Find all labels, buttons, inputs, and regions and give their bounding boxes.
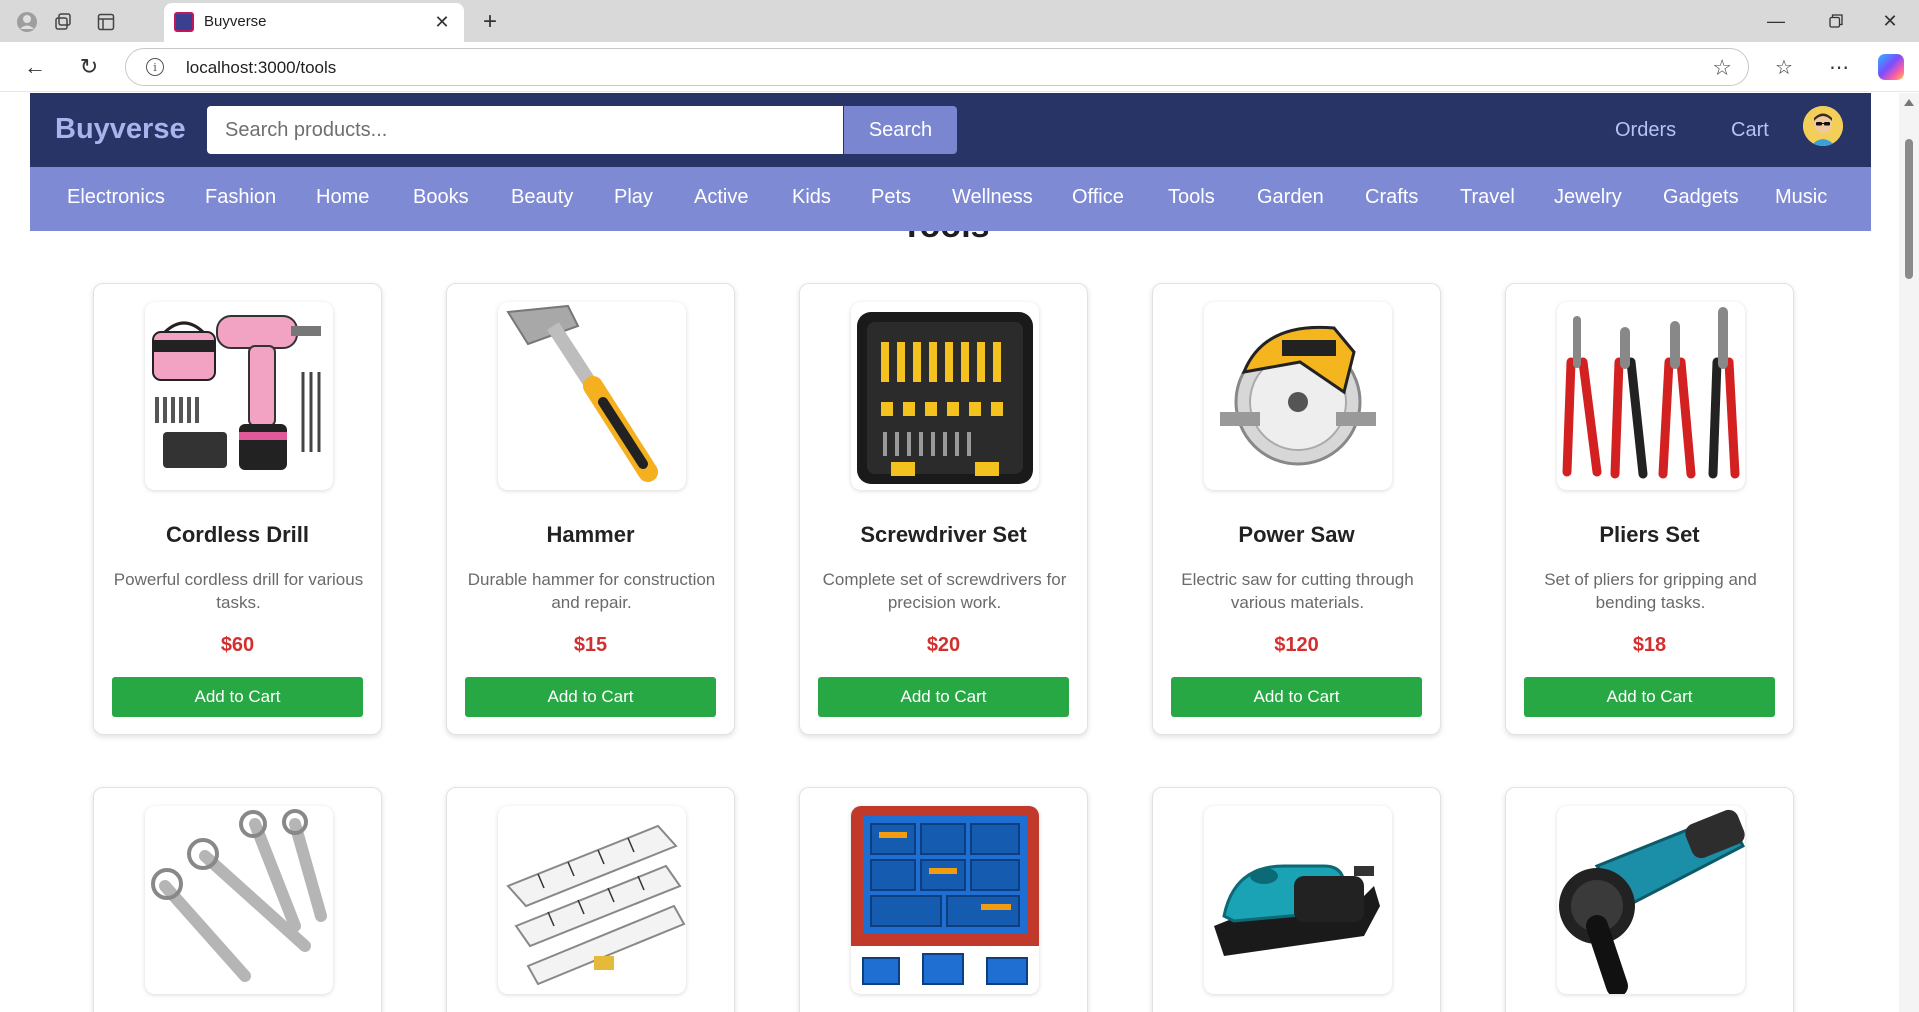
add-to-cart-button[interactable]: Add to Cart <box>1171 677 1422 717</box>
screwdriver-set-image <box>851 302 1039 490</box>
restore-icon[interactable] <box>1816 6 1856 36</box>
favorites-icon[interactable]: ☆ <box>1769 52 1799 82</box>
product-name: Power Saw <box>1238 522 1355 547</box>
site-header: Buyverse Search Orders Cart <box>30 93 1871 167</box>
product-card <box>1505 787 1794 1012</box>
browser-tab-bar: Buyverse ✕ + — ✕ <box>0 0 1919 42</box>
nav-fashion[interactable]: Fashion <box>205 186 276 209</box>
product-price: $15 <box>573 634 608 656</box>
avatar[interactable] <box>1803 106 1843 146</box>
product-card <box>1152 787 1441 1012</box>
add-to-cart-button[interactable]: Add to Cart <box>818 677 1069 717</box>
orders-link[interactable]: Orders <box>1615 119 1676 142</box>
add-to-cart-button[interactable]: Add to Cart <box>465 677 716 717</box>
angle-grinder-image <box>1557 806 1745 994</box>
search-button[interactable]: Search <box>844 106 957 154</box>
nav-electronics[interactable]: Electronics <box>67 186 165 209</box>
page-title: Tools <box>0 231 1891 243</box>
add-to-cart-button[interactable]: Add to Cart <box>1524 677 1775 717</box>
product-description: Set of pliers for gripping and bending t… <box>1544 570 1757 612</box>
url-field[interactable]: i localhost:3000/tools ☆ <box>125 48 1749 86</box>
hammer-image <box>498 302 686 490</box>
page-scrollbar[interactable] <box>1899 93 1919 1012</box>
tab-title: Buyverse <box>204 13 267 30</box>
product-description: Powerful cordless drill for various task… <box>113 570 364 612</box>
nav-crafts[interactable]: Crafts <box>1365 186 1418 209</box>
nav-gadgets[interactable]: Gadgets <box>1663 186 1739 209</box>
sander-image <box>1204 806 1392 994</box>
nav-music[interactable]: Music <box>1775 186 1827 209</box>
product-description: Complete set of screwdrivers for precisi… <box>822 570 1067 612</box>
product-price: $18 <box>1632 634 1667 656</box>
power-saw-image <box>1204 302 1392 490</box>
tool-organizer-image <box>851 806 1039 994</box>
product-card: Screwdriver Set Complete set of screwdri… <box>799 283 1088 735</box>
nav-home[interactable]: Home <box>316 186 369 209</box>
favorite-star-icon[interactable]: ☆ <box>1712 55 1732 81</box>
product-card: Hammer Durable hammer for construction a… <box>446 283 735 735</box>
product-price: $60 <box>220 634 255 656</box>
more-options-icon[interactable]: ⋯ <box>1824 52 1854 82</box>
product-name: Pliers Set <box>1599 522 1700 547</box>
site-info-icon[interactable]: i <box>146 58 164 76</box>
category-nav: Electronics Fashion Home Books Beauty Pl… <box>30 167 1871 231</box>
add-to-cart-button[interactable]: Add to Cart <box>112 677 363 717</box>
nav-beauty[interactable]: Beauty <box>511 186 573 209</box>
new-tab-icon[interactable]: + <box>476 8 504 36</box>
nav-pets[interactable]: Pets <box>871 186 911 209</box>
close-tab-icon[interactable]: ✕ <box>430 10 454 34</box>
nav-kids[interactable]: Kids <box>792 186 831 209</box>
pliers-image <box>1557 302 1745 490</box>
product-price: $20 <box>926 634 961 656</box>
nav-tools[interactable]: Tools <box>1168 186 1215 209</box>
collections-icon[interactable] <box>50 9 76 35</box>
product-description: Durable hammer for construction and repa… <box>467 570 716 612</box>
brand-logo[interactable]: Buyverse <box>55 113 186 146</box>
measuring-tape-image <box>498 806 686 994</box>
cart-link[interactable]: Cart <box>1731 119 1769 142</box>
site-favicon-icon <box>174 12 194 32</box>
product-card: Power Saw Electric saw for cutting throu… <box>1152 283 1441 735</box>
product-name: Cordless Drill <box>165 522 310 547</box>
copilot-icon[interactable] <box>1878 54 1904 80</box>
product-name: Hammer <box>546 522 635 547</box>
product-card <box>446 787 735 1012</box>
page-viewport: Buyverse Search Orders Cart Electronics … <box>0 93 1919 1012</box>
scroll-thumb[interactable] <box>1905 139 1913 279</box>
product-price: $120 <box>1274 634 1319 656</box>
address-bar: ← ↻ i localhost:3000/tools ☆ ☆ ⋯ <box>0 42 1919 92</box>
wrench-set-image <box>145 806 333 994</box>
drill-image <box>145 302 333 490</box>
product-card: Cordless Drill Powerful cordless drill f… <box>93 283 382 735</box>
product-name: Screwdriver Set <box>860 522 1027 547</box>
nav-wellness[interactable]: Wellness <box>952 186 1033 209</box>
nav-books[interactable]: Books <box>413 186 469 209</box>
close-window-icon[interactable]: ✕ <box>1870 6 1910 36</box>
nav-office[interactable]: Office <box>1072 186 1124 209</box>
product-card <box>799 787 1088 1012</box>
minimize-icon[interactable]: — <box>1756 6 1796 36</box>
product-card: Pliers Set Set of pliers for gripping an… <box>1505 283 1794 735</box>
profile-icon[interactable] <box>14 9 40 35</box>
search-input[interactable] <box>207 106 843 154</box>
back-icon[interactable]: ← <box>20 52 50 82</box>
url-text: localhost:3000/tools <box>186 58 337 77</box>
browser-tab[interactable]: Buyverse ✕ <box>164 3 464 42</box>
scroll-up-icon[interactable] <box>1904 99 1914 106</box>
nav-garden[interactable]: Garden <box>1257 186 1324 209</box>
nav-jewelry[interactable]: Jewelry <box>1554 186 1622 209</box>
nav-travel[interactable]: Travel <box>1460 186 1515 209</box>
nav-play[interactable]: Play <box>614 186 653 209</box>
product-card <box>93 787 382 1012</box>
product-description: Electric saw for cutting through various… <box>1181 570 1414 612</box>
nav-active[interactable]: Active <box>694 186 748 209</box>
tab-actions-icon[interactable] <box>93 9 119 35</box>
refresh-icon[interactable]: ↻ <box>74 52 104 82</box>
